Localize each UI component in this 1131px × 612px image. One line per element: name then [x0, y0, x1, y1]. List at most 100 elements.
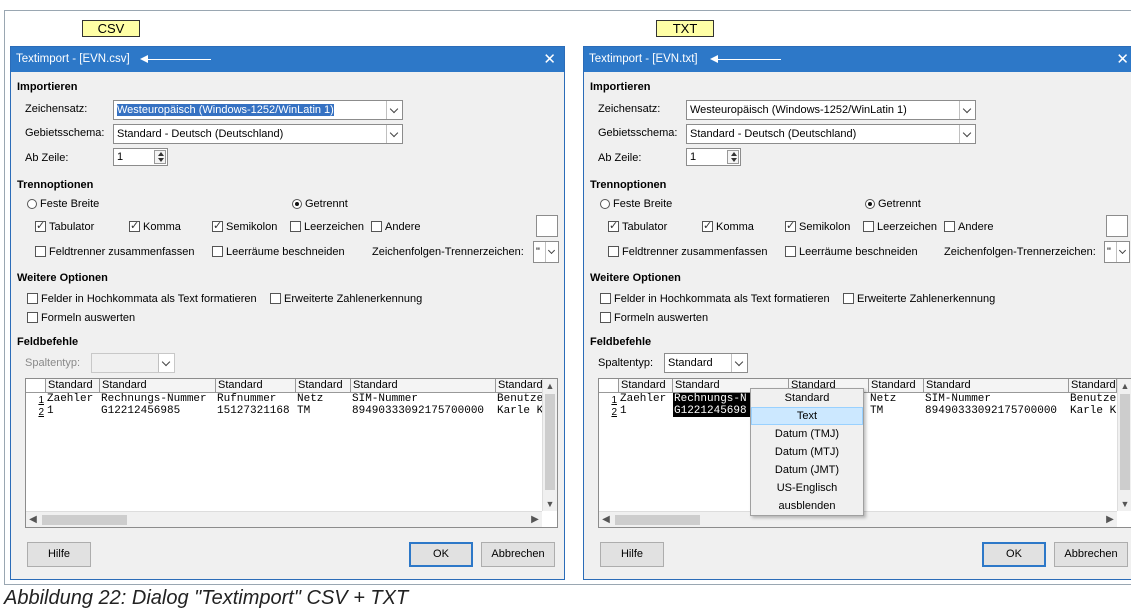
- csv-preview-table[interactable]: Standard Standard Standard Standard Stan…: [25, 378, 558, 528]
- txt-import-dialog: Textimport - [EVN.txt] ✕ Importieren Zei…: [583, 46, 1131, 580]
- section-importieren: Importieren: [17, 81, 78, 93]
- andere-checkbox[interactable]: Andere: [944, 221, 993, 233]
- abbrechen-button[interactable]: Abbrechen: [1054, 542, 1128, 567]
- table-cell: 89490333092175700000: [925, 405, 1058, 417]
- column-header[interactable]: Standard: [296, 379, 351, 393]
- leerraeume-checkbox[interactable]: Leerräume beschneiden: [212, 246, 345, 258]
- andere-checkbox[interactable]: Andere: [371, 221, 420, 233]
- vertical-scrollbar[interactable]: ▲ ▼: [542, 379, 557, 511]
- tabulator-checkbox[interactable]: Tabulator: [608, 219, 667, 233]
- andere-input[interactable]: [1106, 215, 1128, 237]
- hilfe-button[interactable]: Hilfe: [600, 542, 664, 567]
- spin-arrows-icon[interactable]: [727, 150, 739, 164]
- formeln-checkbox[interactable]: Formeln auswerten: [600, 312, 708, 324]
- close-icon[interactable]: ✕: [1116, 50, 1129, 68]
- zahlenerkennung-checkbox[interactable]: Erweiterte Zahlenerkennung: [270, 293, 422, 305]
- menu-item-us-englisch[interactable]: US-Englisch: [751, 479, 863, 497]
- zeichensatz-select[interactable]: Westeuropäisch (Windows-1252/WinLatin 1): [686, 100, 976, 120]
- quote-select[interactable]: ": [1104, 241, 1130, 263]
- column-header[interactable]: Standard: [216, 379, 296, 393]
- semikolon-checkbox[interactable]: Semikolon: [212, 219, 277, 233]
- chevron-down-icon[interactable]: [158, 354, 174, 372]
- andere-input[interactable]: [536, 215, 558, 237]
- abzeile-spinner[interactable]: 1: [686, 148, 741, 166]
- table-cell: 15127321168: [217, 405, 290, 417]
- scroll-thumb[interactable]: [615, 515, 700, 525]
- feldtrenner-checkbox[interactable]: Feldtrenner zusammenfassen: [35, 246, 195, 258]
- semikolon-checkbox[interactable]: Semikolon: [785, 219, 850, 233]
- leerzeichen-checkbox[interactable]: Leerzeichen: [863, 221, 937, 233]
- scroll-left-icon[interactable]: ◀: [26, 512, 40, 527]
- close-icon[interactable]: ✕: [543, 50, 556, 68]
- feste-breite-radio[interactable]: Feste Breite: [600, 198, 672, 210]
- menu-item-ausblenden[interactable]: ausblenden: [751, 497, 863, 515]
- ok-button[interactable]: OK: [982, 542, 1046, 567]
- scroll-right-icon[interactable]: ▶: [528, 512, 542, 527]
- scroll-thumb[interactable]: [1120, 394, 1130, 490]
- scroll-left-icon[interactable]: ◀: [599, 512, 613, 527]
- scroll-down-icon[interactable]: ▼: [543, 497, 557, 511]
- formeln-checkbox[interactable]: Formeln auswerten: [27, 312, 135, 324]
- tabulator-checkbox[interactable]: Tabulator: [35, 219, 94, 233]
- gebiet-select[interactable]: Standard - Deutsch (Deutschland): [113, 124, 403, 144]
- hochkomma-checkbox[interactable]: Felder in Hochkommata als Text formatier…: [27, 293, 257, 305]
- leerzeichen-checkbox[interactable]: Leerzeichen: [290, 221, 364, 233]
- scroll-right-icon[interactable]: ▶: [1103, 512, 1117, 527]
- menu-item-text[interactable]: Text: [751, 407, 863, 425]
- menu-item-datum-tmj[interactable]: Datum (TMJ): [751, 425, 863, 443]
- menu-item-datum-mtj[interactable]: Datum (MTJ): [751, 443, 863, 461]
- column-header[interactable]: Standard: [46, 379, 100, 393]
- column-header[interactable]: Standard: [351, 379, 496, 393]
- csv-titlebar: Textimport - [EVN.csv] ✕: [11, 47, 564, 72]
- abbrechen-button[interactable]: Abbrechen: [481, 542, 555, 567]
- table-cell: SIM-Nummer: [925, 393, 992, 405]
- feste-breite-radio[interactable]: Feste Breite: [27, 198, 99, 210]
- zeichensatz-select[interactable]: Westeuropäisch (Windows-1252/WinLatin 1): [113, 100, 403, 120]
- scroll-up-icon[interactable]: ▲: [543, 379, 557, 393]
- vertical-scrollbar[interactable]: ▲ ▼: [1117, 379, 1131, 511]
- chevron-down-icon[interactable]: [959, 125, 975, 143]
- column-header[interactable]: Standard: [869, 379, 924, 393]
- chevron-down-icon[interactable]: [386, 101, 402, 119]
- chevron-down-icon[interactable]: [959, 101, 975, 119]
- column-header[interactable]: Standard: [924, 379, 1069, 393]
- abzeile-spinner[interactable]: 1: [113, 148, 168, 166]
- scroll-down-icon[interactable]: ▼: [1118, 497, 1131, 511]
- ok-button[interactable]: OK: [409, 542, 473, 567]
- chevron-down-icon[interactable]: [1116, 242, 1129, 262]
- scroll-thumb[interactable]: [545, 394, 555, 490]
- chevron-down-icon[interactable]: [386, 125, 402, 143]
- column-header[interactable]: Standard: [100, 379, 216, 393]
- txt-preview-table[interactable]: Standard Standard Standard Standard Stan…: [598, 378, 1131, 528]
- column-header[interactable]: Standard: [1069, 379, 1117, 393]
- menu-item-datum-jmt[interactable]: Datum (JMT): [751, 461, 863, 479]
- row-number: 1: [611, 395, 617, 406]
- chevron-down-icon[interactable]: [545, 242, 558, 262]
- checkbox-icon: [27, 312, 38, 323]
- checkbox-icon: [843, 293, 854, 304]
- komma-checkbox[interactable]: Komma: [129, 219, 181, 233]
- menu-item-standard[interactable]: Standard: [751, 389, 863, 407]
- gebiet-select[interactable]: Standard - Deutsch (Deutschland): [686, 124, 976, 144]
- horizontal-scrollbar[interactable]: ◀ ▶: [26, 511, 542, 527]
- komma-checkbox[interactable]: Komma: [702, 219, 754, 233]
- spaltentyp-label: Spaltentyp:: [598, 357, 654, 369]
- zahlenerkennung-checkbox[interactable]: Erweiterte Zahlenerkennung: [843, 293, 995, 305]
- spaltentyp-select[interactable]: [91, 353, 175, 373]
- scroll-up-icon[interactable]: ▲: [1118, 379, 1131, 393]
- spaltentyp-select[interactable]: Standard: [664, 353, 748, 373]
- spin-arrows-icon[interactable]: [154, 150, 166, 164]
- chevron-down-icon[interactable]: [731, 354, 747, 372]
- column-header[interactable]: Standard: [496, 379, 544, 393]
- section-weitere-optionen: Weitere Optionen: [590, 272, 681, 284]
- getrennt-radio[interactable]: Getrennt: [865, 198, 921, 210]
- getrennt-radio[interactable]: Getrennt: [292, 198, 348, 210]
- scroll-thumb[interactable]: [42, 515, 127, 525]
- hochkomma-checkbox[interactable]: Felder in Hochkommata als Text formatier…: [600, 293, 830, 305]
- quote-select[interactable]: ": [533, 241, 559, 263]
- leerraeume-checkbox[interactable]: Leerräume beschneiden: [785, 246, 918, 258]
- feste-label: Feste Breite: [613, 198, 673, 210]
- feldtrenner-checkbox[interactable]: Feldtrenner zusammenfassen: [608, 246, 768, 258]
- column-header[interactable]: Standard: [619, 379, 673, 393]
- hilfe-button[interactable]: Hilfe: [27, 542, 91, 567]
